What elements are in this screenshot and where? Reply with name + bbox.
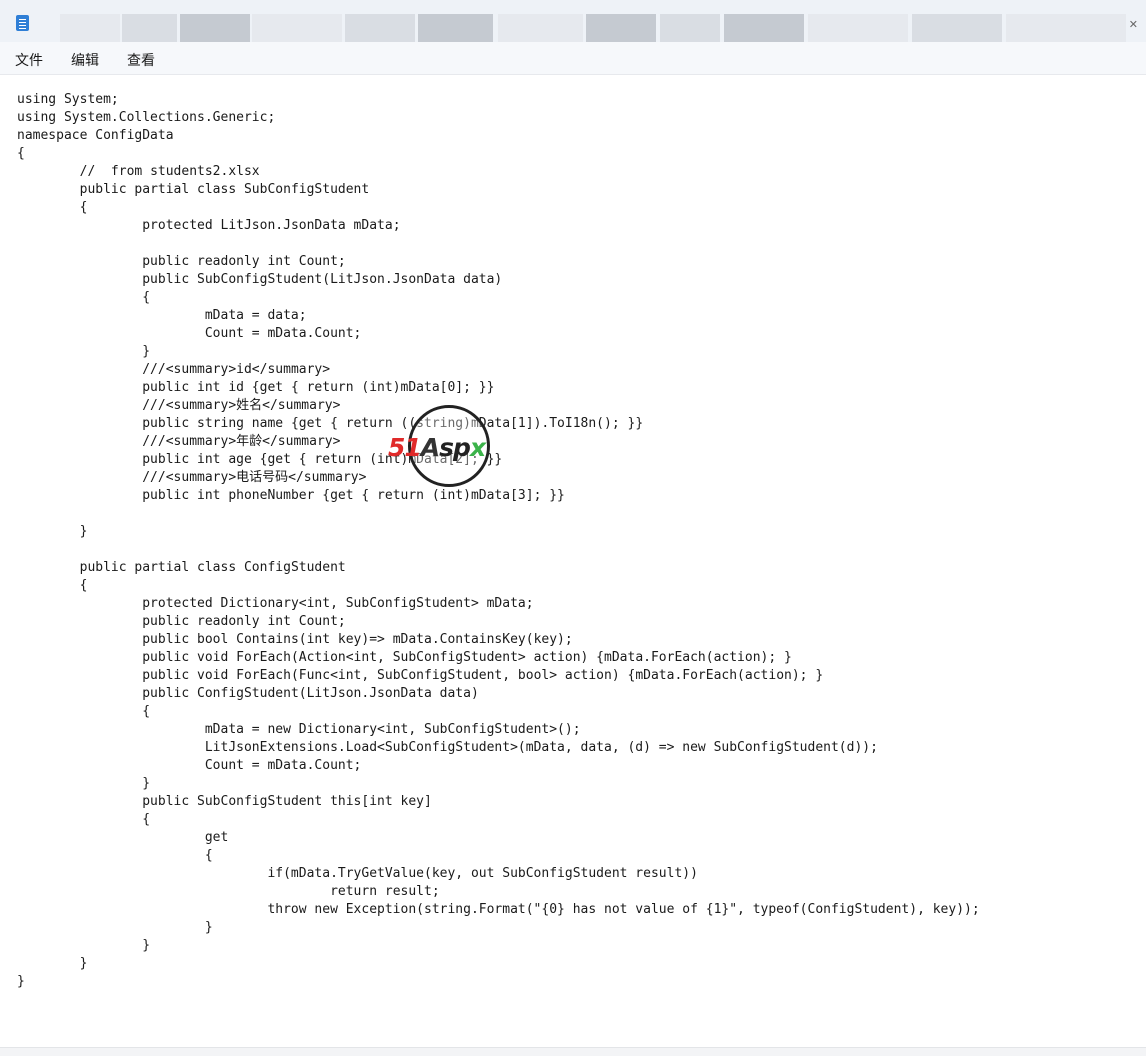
blurred-title: [660, 14, 720, 42]
code-line: public string name {get { return ((strin…: [17, 416, 644, 431]
blurred-title: [180, 14, 250, 42]
code-line: public void ForEach(Action<int, SubConfi…: [17, 650, 792, 665]
code-line: mData = new Dictionary<int, SubConfigStu…: [17, 722, 581, 737]
code-line: using System.Collections.Generic;: [17, 110, 276, 125]
code-line: public partial class SubConfigStudent: [17, 182, 370, 197]
code-line: namespace ConfigData: [17, 128, 174, 143]
code-line: {: [17, 812, 151, 827]
code-line: {: [17, 200, 88, 215]
code-line: ​: [17, 505, 980, 523]
code-line: public void ForEach(Func<int, SubConfigS…: [17, 668, 824, 683]
code-line: protected Dictionary<int, SubConfigStude…: [17, 596, 534, 611]
code-line: LitJsonExtensions.Load<SubConfigStudent>…: [17, 740, 878, 755]
code-line: {: [17, 704, 151, 719]
code-line: }: [17, 524, 88, 539]
close-icon[interactable]: ✕: [1129, 18, 1138, 31]
blurred-title: [122, 14, 177, 42]
code-line: ​: [17, 235, 980, 253]
code-line: public partial class ConfigStudent: [17, 560, 346, 575]
code-line: {: [17, 578, 88, 593]
blurred-title: [60, 14, 120, 42]
blurred-title: [418, 14, 493, 42]
blurred-title: [912, 14, 1002, 42]
code-line: // from students2.xlsx: [17, 164, 260, 179]
menu-view[interactable]: 查看: [127, 50, 155, 70]
menu-bar: 文件 编辑 查看: [0, 42, 1146, 75]
code-line: public readonly int Count;: [17, 614, 346, 629]
blurred-title: [498, 14, 583, 42]
text-editor[interactable]: using System; using System.Collections.Ge…: [0, 75, 1146, 1047]
code-line: if(mData.TryGetValue(key, out SubConfigS…: [17, 866, 698, 881]
code-line: public int age {get { return (int)mData[…: [17, 452, 503, 467]
blurred-title: [724, 14, 804, 42]
notepad-icon: [16, 15, 29, 31]
blurred-title: [586, 14, 656, 42]
code-line: {: [17, 290, 151, 305]
code-line: Count = mData.Count;: [17, 326, 362, 341]
code-line: public readonly int Count;: [17, 254, 346, 269]
code-line: ///<summary>电话号码</summary>: [17, 470, 367, 485]
code-line: mData = data;: [17, 308, 307, 323]
code-line: return result;: [17, 884, 440, 899]
code-line: ​: [17, 541, 980, 559]
code-line: ///<summary>姓名</summary>: [17, 398, 341, 413]
code-line: public SubConfigStudent(LitJson.JsonData…: [17, 272, 503, 287]
code-line: public ConfigStudent(LitJson.JsonData da…: [17, 686, 479, 701]
menu-edit[interactable]: 编辑: [71, 50, 99, 70]
code-line: get: [17, 830, 229, 845]
code-line: }: [17, 920, 213, 935]
code-line: ///<summary>年龄</summary>: [17, 434, 341, 449]
code-line: protected LitJson.JsonData mData;: [17, 218, 401, 233]
code-line: {: [17, 146, 25, 161]
blurred-title: [345, 14, 415, 42]
code-line: }: [17, 956, 88, 971]
code-line: throw new Exception(string.Format("{0} h…: [17, 902, 980, 917]
code-line: Count = mData.Count;: [17, 758, 362, 773]
title-bar: ✕: [0, 0, 1146, 42]
code-line: ///<summary>id</summary>: [17, 362, 331, 377]
blurred-title: [1006, 14, 1126, 42]
code-line: using System;: [17, 92, 119, 107]
code-line: public int id {get { return (int)mData[0…: [17, 380, 495, 395]
blurred-title: [252, 14, 342, 42]
code-line: public SubConfigStudent this[int key]: [17, 794, 432, 809]
code-line: }: [17, 974, 25, 989]
code-line: }: [17, 344, 151, 359]
code-line: public int phoneNumber {get { return (in…: [17, 488, 565, 503]
blurred-title: [808, 14, 908, 42]
code-line: public bool Contains(int key)=> mData.Co…: [17, 632, 573, 647]
code-line: }: [17, 938, 151, 953]
menu-file[interactable]: 文件: [15, 50, 43, 70]
code-line: {: [17, 848, 213, 863]
code-line: }: [17, 776, 151, 791]
code-content[interactable]: using System; using System.Collections.Ge…: [17, 91, 980, 991]
